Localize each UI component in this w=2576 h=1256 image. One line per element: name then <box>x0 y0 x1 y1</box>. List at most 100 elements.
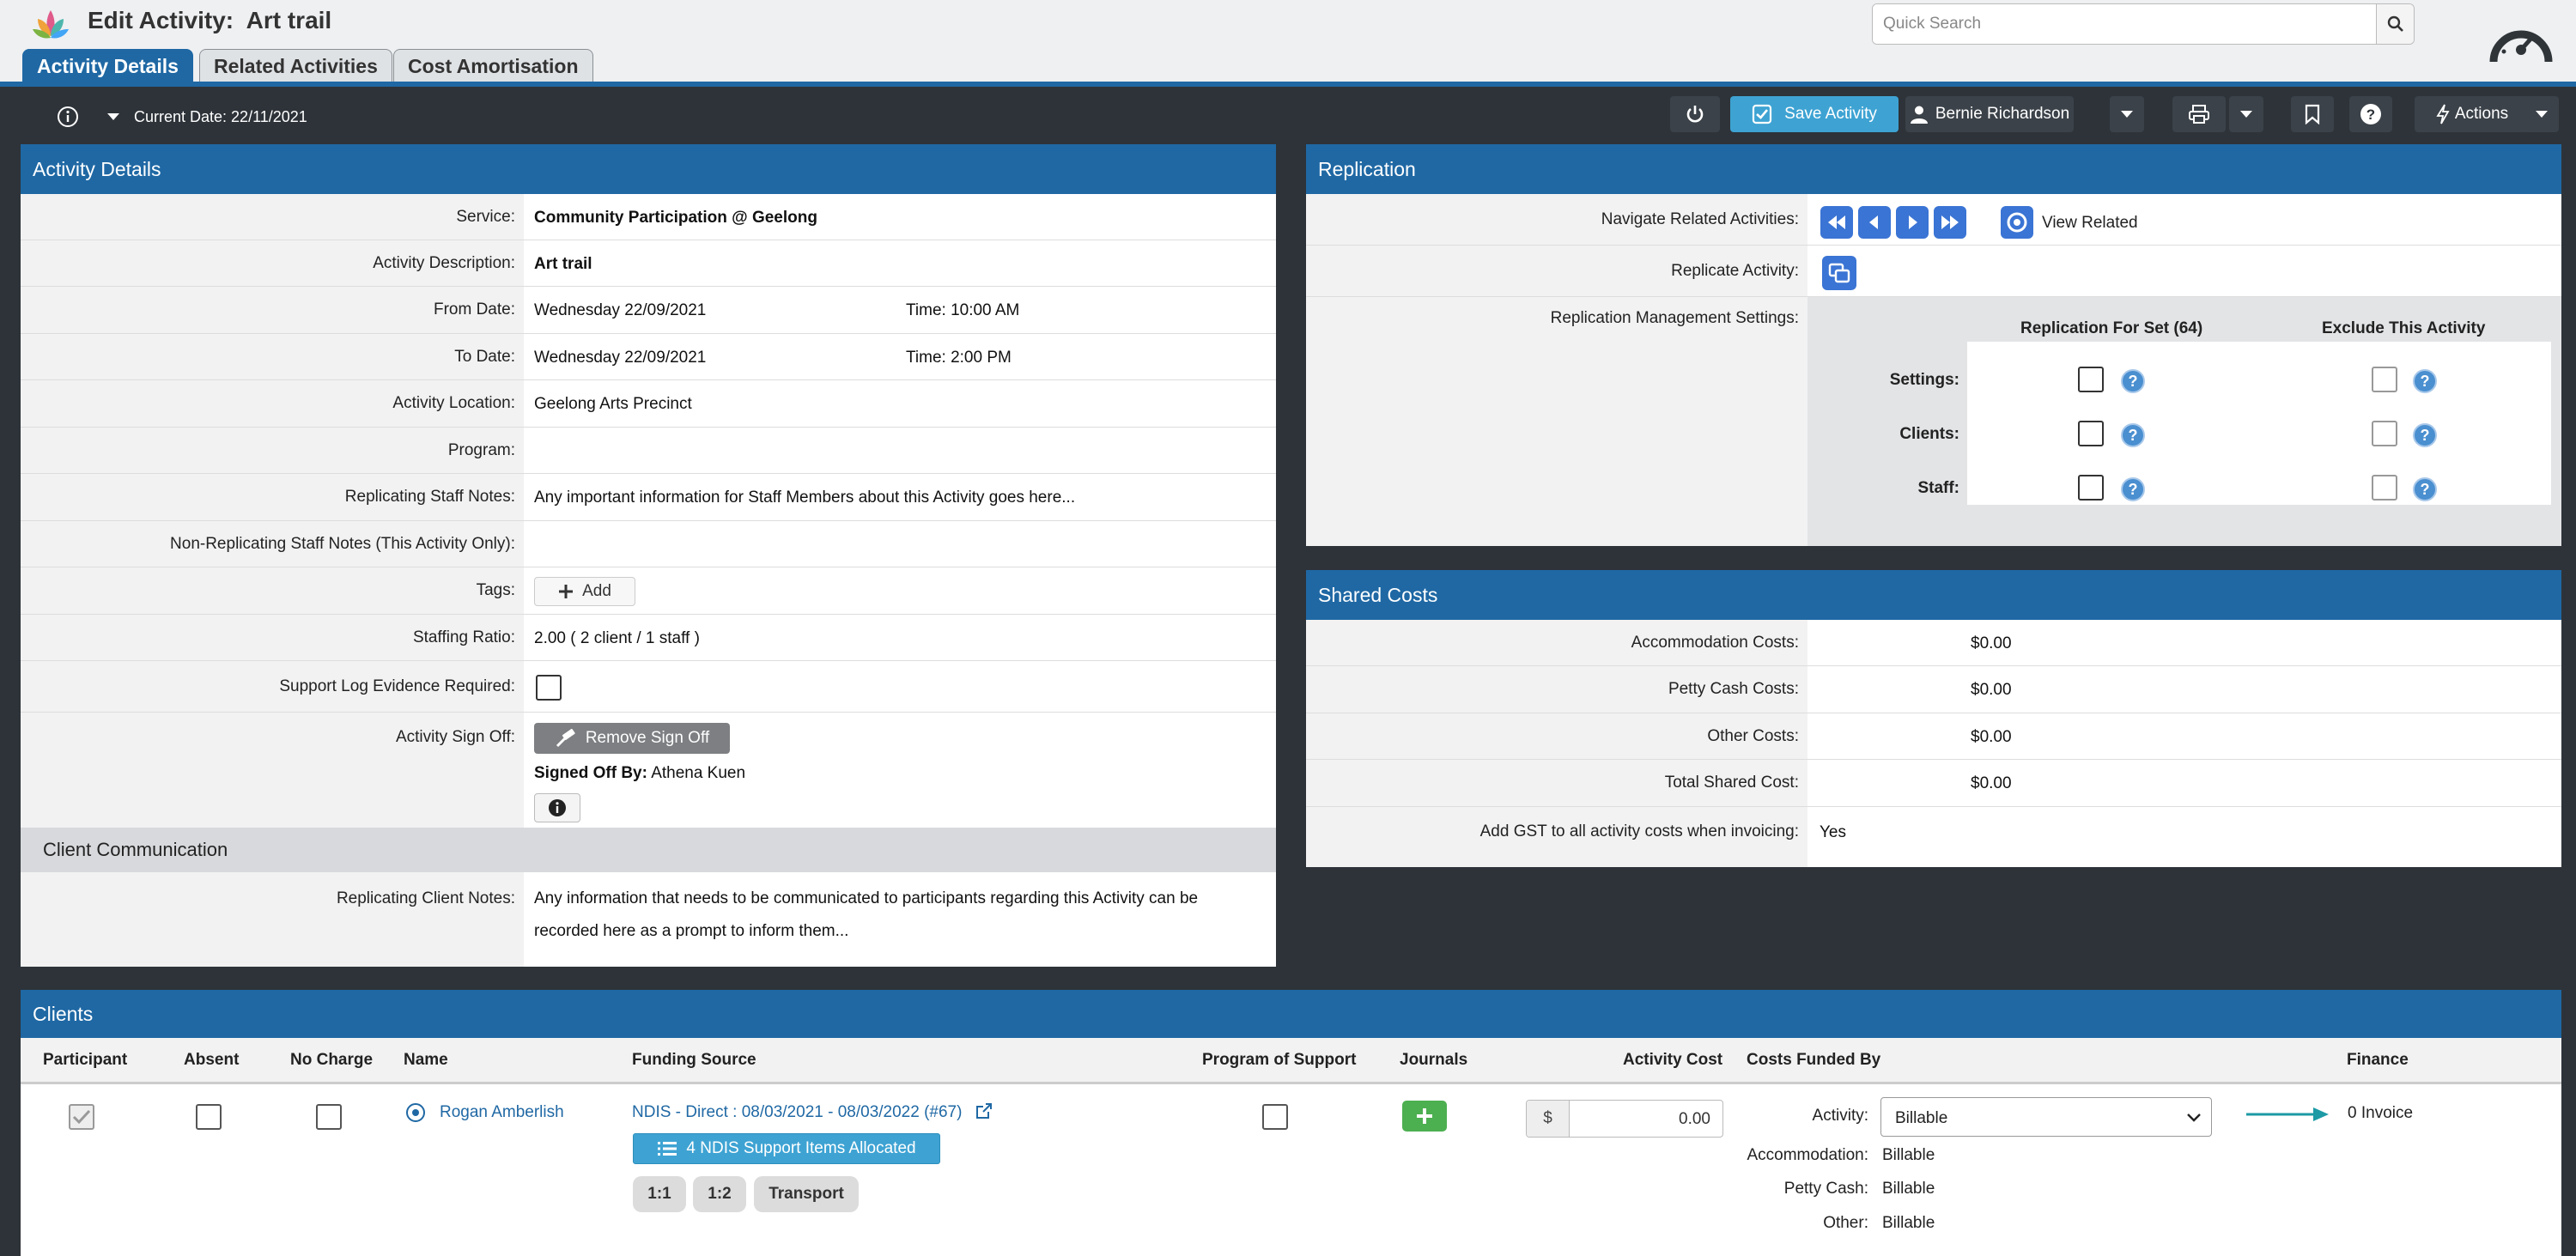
exclude-staff-checkbox[interactable] <box>2372 475 2397 501</box>
search-input[interactable] <box>1873 4 2367 44</box>
from-date-row: From Date: Wednesday 22/09/2021 Time: 10… <box>21 287 1276 334</box>
description-label: Activity Description: <box>21 240 524 286</box>
to-time-value: Time: 2:00 PM <box>906 349 1012 367</box>
tab-activity-details[interactable]: Activity Details <box>22 49 193 85</box>
shared-costs-heading: Shared Costs <box>1306 570 2561 620</box>
accommodation-costs-value: $0.00 <box>1971 634 2012 652</box>
view-related-link[interactable]: View Related <box>2042 214 2138 233</box>
chevron-right-icon <box>1909 215 1917 229</box>
transport-pill[interactable]: Transport <box>754 1176 859 1212</box>
help-icon[interactable]: ? <box>2413 477 2437 501</box>
previous-activity-button[interactable] <box>1858 206 1891 239</box>
help-icon[interactable]: ? <box>2121 477 2145 501</box>
help-icon[interactable]: ? <box>2413 423 2437 447</box>
funded-other-label: Other: <box>1823 1214 1868 1232</box>
service-row: Service: Community Participation @ Geelo… <box>21 194 1276 240</box>
client-name-link[interactable]: Rogan Amberlish <box>440 1103 564 1122</box>
activity-funding-select[interactable]: Billable <box>1880 1097 2212 1137</box>
support-log-evidence-checkbox[interactable] <box>536 675 562 701</box>
activity-details-panel: Activity Details Service: Community Part… <box>21 144 1276 967</box>
info-icon[interactable] <box>57 96 79 137</box>
date-dropdown-icon[interactable] <box>106 96 120 137</box>
no-charge-checkbox[interactable] <box>316 1104 342 1130</box>
help-icon[interactable]: ? <box>2121 369 2145 393</box>
navigate-related-label: Navigate Related Activities: <box>1306 194 1807 245</box>
replicate-clients-checkbox[interactable] <box>2078 421 2104 446</box>
first-activity-button[interactable] <box>1820 206 1853 239</box>
title-prefix: Edit Activity: <box>88 7 234 33</box>
ratio-pill-1-1[interactable]: 1:1 <box>633 1176 686 1212</box>
signed-off-by-label: Signed Off By: <box>534 764 647 782</box>
currency-symbol: $ <box>1527 1101 1570 1137</box>
print-button[interactable] <box>2172 96 2226 132</box>
col-name: Name <box>404 1051 448 1069</box>
finance-invoice-count[interactable]: 0 Invoice <box>2348 1104 2413 1123</box>
external-link-icon[interactable] <box>975 1102 993 1119</box>
search-button[interactable] <box>2376 4 2414 44</box>
user-menu-dropdown[interactable] <box>2110 96 2144 132</box>
chevron-down-icon <box>2187 1113 2201 1122</box>
tags-row: Tags: Add <box>21 567 1276 615</box>
replicate-settings-checkbox[interactable] <box>2078 367 2104 392</box>
col-journals: Journals <box>1400 1051 1468 1069</box>
chevron-left-icon <box>1869 215 1878 229</box>
exclude-this-activity-header: Exclude This Activity <box>2322 319 2486 337</box>
save-activity-button[interactable]: Save Activity <box>1730 96 1899 132</box>
replicating-staff-notes-value: Any important information for Staff Memb… <box>534 488 1076 507</box>
last-activity-button[interactable] <box>1934 206 1966 239</box>
remove-sign-off-button[interactable]: Remove Sign Off <box>534 723 730 754</box>
quick-search <box>1872 3 2415 45</box>
ndis-support-items-button[interactable]: 4 NDIS Support Items Allocated <box>633 1133 940 1164</box>
help-icon[interactable]: ? <box>2413 369 2437 393</box>
participant-checkbox[interactable] <box>69 1104 94 1130</box>
replicate-activity-button[interactable] <box>1822 256 1856 290</box>
arrow-right-icon <box>2246 1106 2330 1123</box>
checkmark-icon <box>72 1109 91 1125</box>
tab-related-activities[interactable]: Related Activities <box>199 49 392 83</box>
view-related-icon-button[interactable] <box>2001 206 2033 239</box>
dashboard-gauge-icon[interactable] <box>2488 15 2554 67</box>
print-dropdown[interactable] <box>2229 96 2263 132</box>
search-icon <box>2387 15 2403 32</box>
replicate-staff-checkbox[interactable] <box>2078 475 2104 501</box>
actions-button[interactable]: Actions <box>2415 96 2530 132</box>
petty-cash-costs-value: $0.00 <box>1971 681 2012 699</box>
power-button[interactable] <box>1670 96 1720 132</box>
funded-accommodation-value: Billable <box>1882 1146 1935 1164</box>
exclude-settings-checkbox[interactable] <box>2372 367 2397 392</box>
replication-settings-label: Replication Management Settings: <box>1306 297 1807 546</box>
next-activity-button[interactable] <box>1896 206 1929 239</box>
list-icon <box>658 1142 677 1156</box>
ratio-pill-1-2[interactable]: 1:2 <box>693 1176 746 1212</box>
location-value: Geelong Arts Precinct <box>534 395 692 413</box>
client-target-icon[interactable] <box>405 1102 426 1123</box>
clients-heading: Clients <box>21 990 2561 1038</box>
svg-text:?: ? <box>2366 106 2375 123</box>
tab-cost-amortisation[interactable]: Cost Amortisation <box>393 49 593 83</box>
bookmark-button[interactable] <box>2291 96 2334 132</box>
exclude-clients-checkbox[interactable] <box>2372 421 2397 446</box>
help-icon[interactable]: ? <box>2121 423 2145 447</box>
total-shared-cost-value: $0.00 <box>1971 774 2012 792</box>
from-date-value: Wednesday 22/09/2021 <box>534 301 707 319</box>
col-activity-cost: Activity Cost <box>1623 1051 1723 1069</box>
sign-off-info-button[interactable] <box>534 793 580 822</box>
funding-source-link[interactable]: NDIS - Direct : 08/03/2021 - 08/03/2022 … <box>632 1103 962 1122</box>
user-menu-button[interactable]: Bernie Richardson <box>1905 96 2074 132</box>
help-button[interactable]: ? <box>2349 96 2392 132</box>
add-tag-button[interactable]: Add <box>534 577 635 606</box>
actions-dropdown[interactable] <box>2524 96 2559 132</box>
signed-off-by-value: Athena Kuen <box>651 764 746 782</box>
chevron-down-icon <box>2121 111 2133 118</box>
program-of-support-checkbox[interactable] <box>1262 1104 1288 1130</box>
replication-heading: Replication <box>1306 144 2561 194</box>
add-journal-button[interactable] <box>1402 1101 1447 1132</box>
activity-cost-input[interactable]: 0.00 <box>1679 1110 1710 1129</box>
funded-activity-label: Activity: <box>1812 1107 1868 1125</box>
lightning-icon <box>2436 104 2450 124</box>
signed-off-by: Signed Off By: Athena Kuen <box>534 764 745 783</box>
activity-details-heading: Activity Details <box>21 144 1276 194</box>
replication-clients-row-label: Clients: <box>1899 425 1959 443</box>
staffing-ratio-row: Staffing Ratio: 2.00 ( 2 client / 1 staf… <box>21 615 1276 661</box>
absent-checkbox[interactable] <box>196 1104 222 1130</box>
